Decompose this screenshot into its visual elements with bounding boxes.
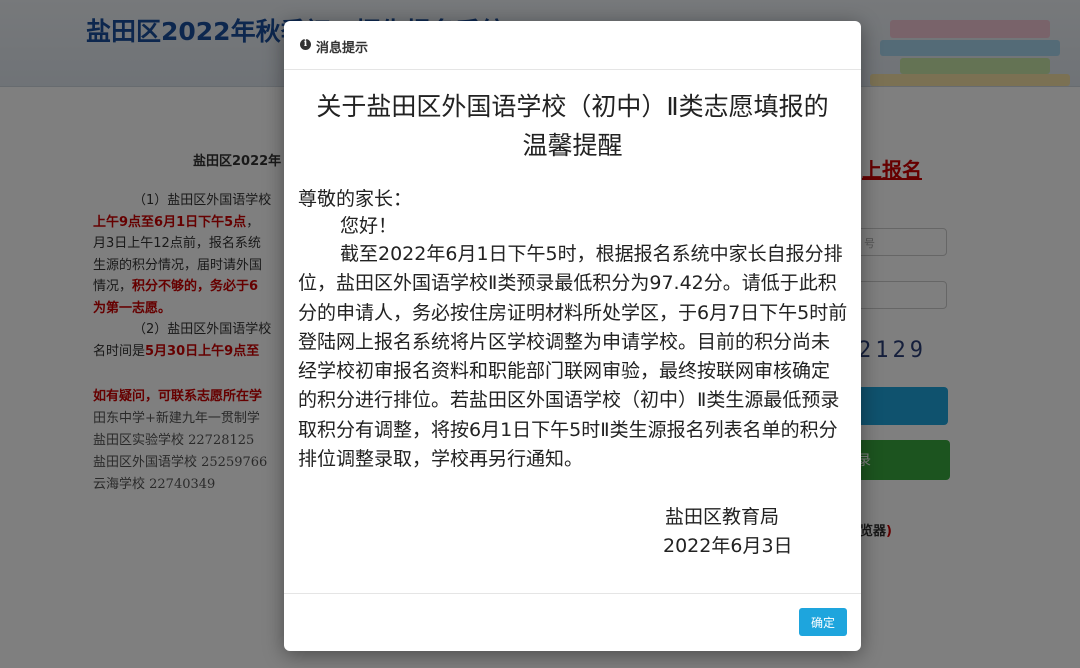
greeting-text: 尊敬的家长： — [298, 188, 413, 210]
notice-heading: 关于盐田区外国语学校（初中）Ⅱ类志愿填报的温馨提醒 — [316, 92, 829, 160]
signature: 盐田区教育局 — [665, 506, 780, 528]
message-dialog: i 消息提示 关于盐田区外国语学校（初中）Ⅱ类志愿填报的温馨提醒 尊敬的家长： … — [284, 21, 861, 651]
dialog-title: 消息提示 — [316, 41, 369, 56]
confirm-button[interactable]: 确定 — [799, 608, 847, 636]
dialog-footer: 确定 — [284, 593, 861, 651]
info-icon: i — [300, 39, 311, 50]
notice-body: 截至2022年6月1日下午5时，根据报名系统中家长自报分排位，盐田区外国语学校Ⅱ… — [298, 243, 848, 471]
dialog-header: i 消息提示 — [284, 21, 861, 70]
signature-date: 2022年6月3日 — [663, 535, 793, 557]
hello-text: 您好！ — [340, 215, 398, 237]
